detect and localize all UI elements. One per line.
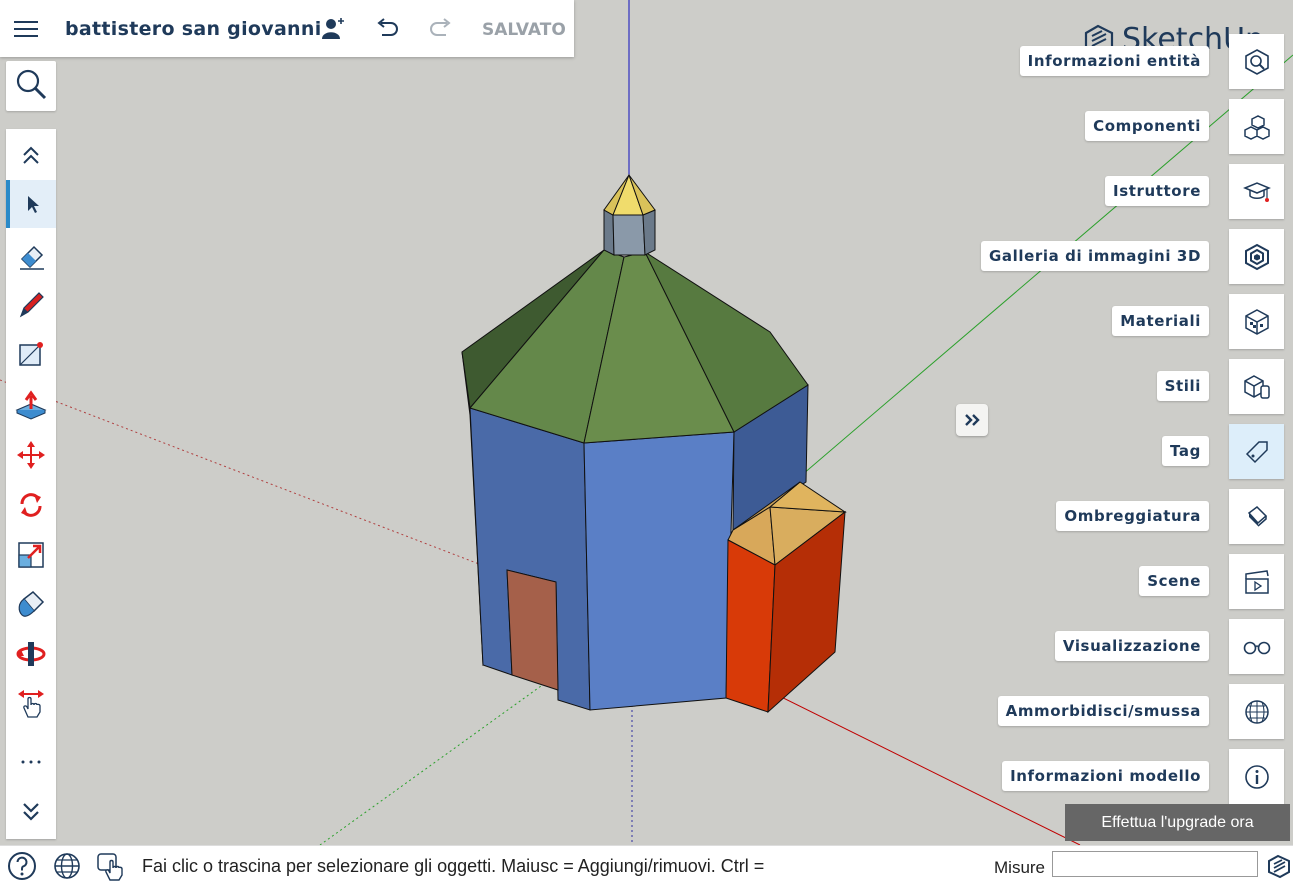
toolbar-scroll-up[interactable] xyxy=(6,131,56,179)
select-arrow-icon xyxy=(28,196,39,213)
pan-icon xyxy=(18,690,44,718)
model-title[interactable]: battistero san giovanni xyxy=(65,18,322,40)
save-status: SALVATO xyxy=(482,20,566,40)
search-icon xyxy=(14,67,48,106)
top-bar: battistero san giovanni SALVATO xyxy=(0,0,574,57)
status-bar: Fai clic o trascina per selezionare gli … xyxy=(0,845,1293,886)
instructor-icon xyxy=(1242,181,1271,202)
push-pull-icon xyxy=(15,390,47,420)
panel-label-styles[interactable]: Stili xyxy=(1156,371,1209,401)
panel-label-soften[interactable]: Ammorbidisci/smussa xyxy=(997,696,1209,726)
redo-icon[interactable] xyxy=(428,15,454,41)
toolbar-scroll-down[interactable] xyxy=(6,788,56,836)
rotate-tool[interactable] xyxy=(6,481,56,529)
styles-icon xyxy=(1243,374,1270,399)
status-message: Fai clic o trascina per selezionare gli … xyxy=(142,856,765,876)
panel-label-entity-info[interactable]: Informazioni entità xyxy=(1019,46,1209,76)
upgrade-button[interactable]: Effettua l'upgrade ora xyxy=(1065,804,1290,841)
move-icon xyxy=(17,441,45,469)
display-button[interactable] xyxy=(1229,619,1284,674)
display-icon xyxy=(1243,641,1270,654)
scale-tool[interactable] xyxy=(6,531,56,579)
shadows-button[interactable] xyxy=(1229,489,1284,544)
soften-button[interactable] xyxy=(1229,684,1284,739)
move-tool[interactable] xyxy=(6,431,56,479)
pencil-icon xyxy=(19,292,44,318)
scale-icon xyxy=(18,542,44,568)
panel-label-instructor[interactable]: Istruttore xyxy=(1105,176,1209,206)
paint-bucket-tool[interactable] xyxy=(6,580,56,628)
styles-button[interactable] xyxy=(1229,359,1284,414)
tag-icon xyxy=(1245,440,1268,463)
warehouse-button[interactable] xyxy=(1229,229,1284,284)
globe-icon[interactable] xyxy=(51,850,83,882)
soften-icon xyxy=(1244,699,1269,724)
entity-info-icon xyxy=(1244,48,1269,75)
search-button[interactable] xyxy=(6,61,56,111)
orbit-icon xyxy=(16,642,46,666)
hamburger-menu-icon[interactable] xyxy=(0,0,52,57)
eraser-icon xyxy=(20,245,44,270)
pan-tool[interactable] xyxy=(6,680,56,728)
panel-label-display[interactable]: Visualizzazione xyxy=(1054,631,1209,661)
tools-toolbar xyxy=(6,129,56,839)
chevron-down-icon xyxy=(23,803,39,821)
panel-label-shadows[interactable]: Ombreggiatura xyxy=(1056,501,1209,531)
touch-mode-icon[interactable] xyxy=(96,850,128,882)
sketchup-small-logo-icon[interactable] xyxy=(1263,850,1293,882)
model-info-button[interactable] xyxy=(1229,749,1284,804)
tags-button[interactable] xyxy=(1229,424,1284,479)
panel-label-3d-warehouse[interactable]: Galleria di immagini 3D xyxy=(980,241,1209,271)
materials-button[interactable] xyxy=(1229,294,1284,349)
select-tool[interactable] xyxy=(6,180,56,228)
share-user-icon[interactable] xyxy=(320,15,346,41)
paint-bucket-icon xyxy=(18,591,45,617)
measurements-label: Misure xyxy=(994,858,1046,877)
panel-label-tags[interactable]: Tag xyxy=(1162,436,1209,466)
rotate-icon xyxy=(20,493,42,517)
panel-label-components[interactable]: Componenti xyxy=(1085,111,1209,141)
entity-info-button[interactable] xyxy=(1229,34,1284,89)
undo-icon[interactable] xyxy=(374,15,400,41)
help-icon[interactable] xyxy=(6,850,38,882)
warehouse-icon xyxy=(1244,243,1269,270)
panel-label-materials[interactable]: Materiali xyxy=(1112,306,1209,336)
orbit-tool[interactable] xyxy=(6,630,56,678)
rectangle-icon xyxy=(19,342,43,366)
chevron-up-icon xyxy=(23,146,39,164)
materials-icon xyxy=(1244,308,1269,335)
components-icon xyxy=(1243,114,1270,140)
push-pull-tool[interactable] xyxy=(6,381,56,429)
shadows-icon xyxy=(1247,505,1267,527)
collapse-panels-button[interactable] xyxy=(956,404,988,436)
more-icon xyxy=(21,760,41,764)
double-chevron-right-icon xyxy=(965,414,980,426)
eraser-tool[interactable] xyxy=(6,232,56,280)
components-button[interactable] xyxy=(1229,99,1284,154)
more-tools[interactable] xyxy=(6,738,56,786)
measurements-input[interactable] xyxy=(1052,851,1258,877)
panel-label-model-info[interactable]: Informazioni modello xyxy=(1002,761,1209,791)
model-info-icon xyxy=(1244,764,1269,789)
panel-label-scenes[interactable]: Scene xyxy=(1139,566,1209,596)
instructor-button[interactable] xyxy=(1229,164,1284,219)
rectangle-tool[interactable] xyxy=(6,330,56,378)
scenes-icon xyxy=(1244,569,1269,594)
scenes-button[interactable] xyxy=(1229,554,1284,609)
pencil-tool[interactable] xyxy=(6,281,56,329)
